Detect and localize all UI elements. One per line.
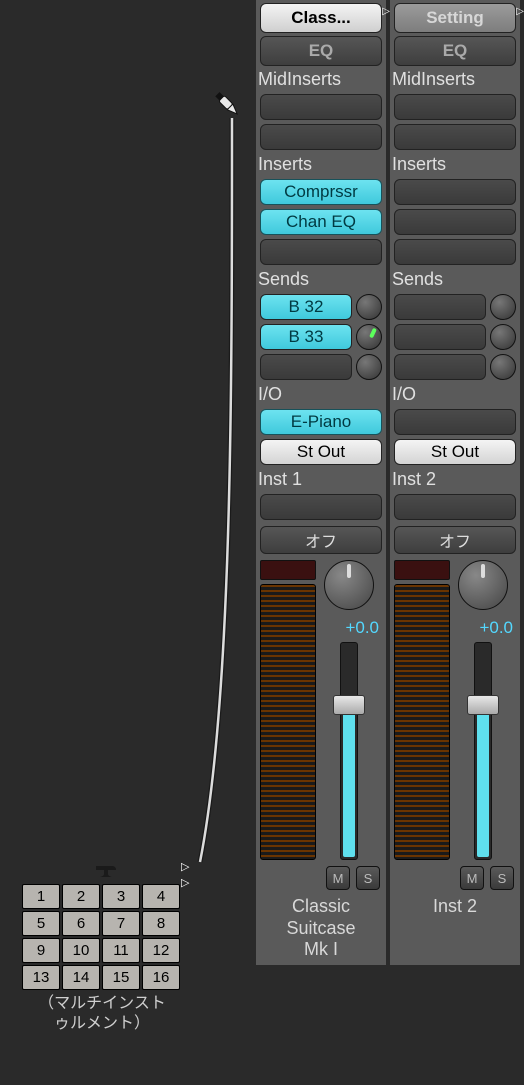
eq-button[interactable]: EQ — [260, 36, 382, 66]
send-knob[interactable] — [356, 294, 382, 320]
setting-button[interactable]: Class... — [260, 3, 382, 33]
send-slot[interactable]: B 32 — [260, 294, 352, 320]
pan-knob[interactable] — [458, 560, 508, 610]
midinsert-slot[interactable] — [394, 124, 516, 150]
channel-strip-1: ▷ Class... EQ MidInserts Inserts Comprss… — [256, 0, 386, 965]
fader-value: +0.0 — [319, 618, 379, 638]
send-knob[interactable] — [490, 294, 516, 320]
midinserts-label: MidInserts — [258, 69, 384, 90]
channel-strip-2: ▷ Setting EQ MidInserts Inserts Sends I/… — [390, 0, 520, 965]
multi-cell-2[interactable]: 2 — [62, 884, 100, 909]
output-slot[interactable]: St Out — [260, 439, 382, 465]
strip-name[interactable]: Inst 2 — [390, 896, 520, 918]
send-slot[interactable] — [394, 294, 486, 320]
multi-cell-15[interactable]: 15 — [102, 965, 140, 990]
track-label: Inst 2 — [392, 469, 518, 490]
multi-cell-3[interactable]: 3 — [102, 884, 140, 909]
pan-knob[interactable] — [324, 560, 374, 610]
group-slot[interactable] — [260, 494, 382, 520]
sends-label: Sends — [258, 269, 384, 290]
sends-label: Sends — [392, 269, 518, 290]
midinsert-slot[interactable] — [260, 94, 382, 120]
clip-indicator[interactable] — [394, 560, 450, 580]
level-meter — [260, 584, 316, 860]
automation-mode-button[interactable]: オフ — [394, 526, 516, 554]
send-slot[interactable] — [260, 354, 352, 380]
multi-cell-13[interactable]: 13 — [22, 965, 60, 990]
volume-fader[interactable] — [474, 642, 492, 860]
multi-cell-8[interactable]: 8 — [142, 911, 180, 936]
strip-name[interactable]: ClassicSuitcaseMk I — [256, 896, 386, 961]
inserts-label: Inserts — [392, 154, 518, 175]
eq-button[interactable]: EQ — [394, 36, 516, 66]
send-slot[interactable] — [394, 354, 486, 380]
solo-button[interactable]: S — [356, 866, 380, 890]
anvil-icon — [94, 862, 118, 883]
multi-cell-6[interactable]: 6 — [62, 911, 100, 936]
multi-cell-1[interactable]: 1 — [22, 884, 60, 909]
multi-cell-4[interactable]: 4 — [142, 884, 180, 909]
multi-cell-14[interactable]: 14 — [62, 965, 100, 990]
group-slot[interactable] — [394, 494, 516, 520]
volume-fader[interactable] — [340, 642, 358, 860]
insert-slot[interactable]: Chan EQ — [260, 209, 382, 235]
multi-cell-10[interactable]: 10 — [62, 938, 100, 963]
track-label: Inst 1 — [258, 469, 384, 490]
input-slot[interactable]: E-Piano — [260, 409, 382, 435]
output-slot[interactable]: St Out — [394, 439, 516, 465]
multi-cell-12[interactable]: 12 — [142, 938, 180, 963]
midinsert-slot[interactable] — [394, 94, 516, 120]
multi-cell-16[interactable]: 16 — [142, 965, 180, 990]
multi-cell-9[interactable]: 9 — [22, 938, 60, 963]
multi-cell-11[interactable]: 11 — [102, 938, 140, 963]
insert-slot[interactable] — [260, 239, 382, 265]
input-slot[interactable] — [394, 409, 516, 435]
multi-cell-5[interactable]: 5 — [22, 911, 60, 936]
multi-label-2: ゥルメント） — [54, 1015, 150, 1032]
mute-button[interactable]: M — [326, 866, 350, 890]
send-knob[interactable] — [356, 324, 382, 350]
send-knob[interactable] — [356, 354, 382, 380]
insert-slot[interactable] — [394, 209, 516, 235]
send-knob[interactable] — [490, 354, 516, 380]
insert-slot[interactable] — [394, 239, 516, 265]
multi-cell-7[interactable]: 7 — [102, 911, 140, 936]
automation-mode-button[interactable]: オフ — [260, 526, 382, 554]
insert-slot[interactable] — [394, 179, 516, 205]
multi-instrument-panel: 12345678910111213141516 （マルチインスト ゥルメント） — [22, 884, 182, 1034]
clip-indicator[interactable] — [260, 560, 316, 580]
io-label: I/O — [392, 384, 518, 405]
send-knob[interactable] — [490, 324, 516, 350]
multi-label-1: （マルチインスト — [38, 995, 166, 1012]
pointer-arrow-icon: ▷ — [181, 860, 189, 873]
mute-button[interactable]: M — [460, 866, 484, 890]
io-label: I/O — [258, 384, 384, 405]
insert-slot[interactable]: Comprssr — [260, 179, 382, 205]
expand-arrow-icon[interactable]: ▷ — [516, 6, 524, 17]
midinserts-label: MidInserts — [392, 69, 518, 90]
send-slot[interactable] — [394, 324, 486, 350]
midinsert-slot[interactable] — [260, 124, 382, 150]
pointer-arrow-icon: ▷ — [181, 876, 189, 889]
level-meter — [394, 584, 450, 860]
expand-arrow-icon[interactable]: ▷ — [382, 6, 390, 17]
solo-button[interactable]: S — [490, 866, 514, 890]
audio-plug-icon — [204, 81, 254, 131]
send-slot[interactable]: B 33 — [260, 324, 352, 350]
inserts-label: Inserts — [258, 154, 384, 175]
fader-value: +0.0 — [453, 618, 513, 638]
setting-button[interactable]: Setting — [394, 3, 516, 33]
